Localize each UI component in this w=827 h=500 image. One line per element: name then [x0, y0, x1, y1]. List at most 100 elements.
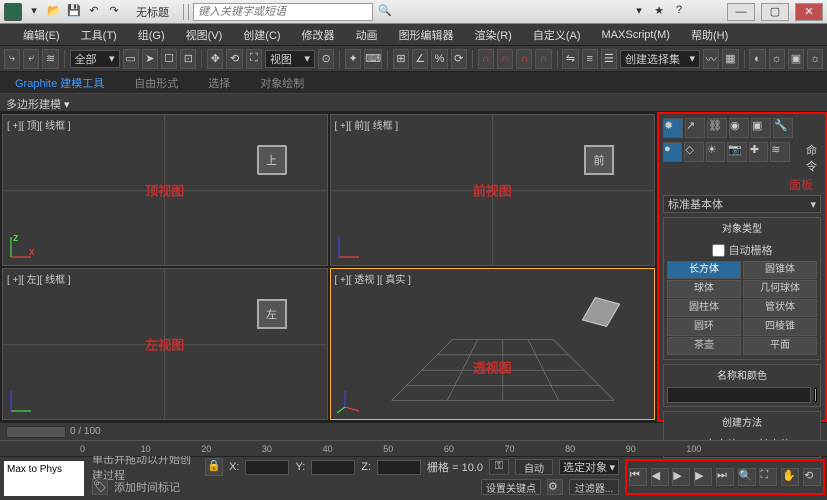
layer-icon[interactable]: ☰ [601, 49, 617, 69]
time-tag-prompt[interactable]: 添加时间标记 [114, 479, 475, 495]
snap-icon[interactable]: ⊞ [393, 49, 409, 69]
time-ruler[interactable]: 0102030405060708090100 [0, 440, 827, 456]
star-icon[interactable]: ★ [651, 4, 667, 20]
play-icon[interactable]: ▶ [672, 468, 690, 486]
search-icon[interactable]: 🔍 [377, 4, 393, 20]
helpers-icon[interactable]: ✚ [749, 142, 768, 162]
close-button[interactable]: ✕ [795, 3, 823, 21]
select-icon[interactable]: ▭ [123, 49, 139, 69]
torus-button[interactable]: 圆环 [667, 318, 741, 336]
hierarchy-tab-icon[interactable]: ⛓ [707, 118, 727, 138]
rollout-object-type[interactable]: 对象类型 [664, 218, 820, 237]
redo-icon[interactable]: ↷ [106, 4, 122, 20]
link-icon[interactable]: ⤷ [4, 49, 20, 69]
display-tab-icon[interactable]: ▣ [751, 118, 771, 138]
named-selection-combo[interactable]: 创建选择集▾ [620, 50, 700, 68]
viewport-perspective[interactable]: [ +][ 透视 ][ 真实 ] 透视图 [330, 268, 656, 420]
lights-icon[interactable]: ☀ [706, 142, 725, 162]
schematic-icon[interactable]: ▦ [722, 49, 738, 69]
mirror-icon[interactable]: ⇋ [562, 49, 578, 69]
spacewarps-icon[interactable]: ≋ [770, 142, 789, 162]
magnet4-icon[interactable]: ∩ [535, 49, 551, 69]
viewport-top[interactable]: [ +][ 顶][ 线框 ] 上 顶视图 xz [2, 114, 328, 266]
ribbon-subtab[interactable]: 多边形建模 ▾ [0, 94, 827, 112]
viewcube-icon[interactable]: 上 [257, 145, 287, 175]
bind-icon[interactable]: ≋ [42, 49, 58, 69]
material-icon[interactable]: ◐ [749, 49, 765, 69]
z-coord-input[interactable] [377, 460, 421, 475]
setkey-button[interactable]: 设置关键点 [481, 479, 541, 495]
move-icon[interactable]: ✥ [207, 49, 223, 69]
menu-modifiers[interactable]: 修改器 [294, 25, 343, 45]
quick-render-icon[interactable]: ☼ [807, 49, 823, 69]
selection-filter-combo[interactable]: 全部▾ [70, 50, 120, 68]
magnet1-icon[interactable]: ∩ [478, 49, 494, 69]
menu-grapheditors[interactable]: 图形编辑器 [391, 25, 462, 45]
menu-edit[interactable]: 编辑(E) [15, 25, 68, 45]
geosphere-button[interactable]: 几何球体 [743, 280, 817, 298]
tab-graphite[interactable]: Graphite 建模工具 [15, 75, 104, 91]
viewport-front[interactable]: [ +][ 前][ 线框 ] 前 前视图 [330, 114, 656, 266]
rect-select-icon[interactable]: ☐ [161, 49, 177, 69]
filter-button[interactable]: 过滤器... [569, 479, 619, 495]
pivot-icon[interactable]: ⊙ [318, 49, 334, 69]
minimize-button[interactable]: — [727, 3, 755, 21]
app-logo-icon[interactable] [4, 3, 22, 21]
maximize-button[interactable]: ▢ [761, 3, 789, 21]
teapot-button[interactable]: 茶壶 [667, 337, 741, 355]
zoom-icon[interactable]: 🔍 [738, 468, 756, 486]
menu-help[interactable]: 帮助(H) [683, 25, 736, 45]
tag-icon[interactable]: 🏷 [92, 479, 108, 495]
viewcube-icon[interactable]: 前 [584, 145, 614, 175]
menu-customize[interactable]: 自定义(A) [525, 25, 589, 45]
next-frame-icon[interactable]: ▶ [694, 468, 712, 486]
tube-button[interactable]: 管状体 [743, 299, 817, 317]
align-icon[interactable]: ≡ [582, 49, 598, 69]
menu-view[interactable]: 视图(V) [178, 25, 231, 45]
box-button[interactable]: 长方体 [667, 261, 741, 279]
zoom-all-icon[interactable]: ⛶ [759, 468, 777, 486]
geometry-icon[interactable]: ● [663, 142, 682, 162]
plane-button[interactable]: 平面 [743, 337, 817, 355]
undo-icon[interactable]: ↶ [86, 4, 102, 20]
magnet2-icon[interactable]: ∩ [497, 49, 513, 69]
viewcube-icon[interactable]: 左 [257, 299, 287, 329]
rollout-create-method[interactable]: 创建方法 [664, 412, 820, 431]
menu-group[interactable]: 组(G) [130, 25, 173, 45]
maxscript-listener[interactable]: Max to Phys [4, 461, 84, 496]
y-coord-input[interactable] [311, 460, 355, 475]
pyramid-button[interactable]: 四棱锥 [743, 318, 817, 336]
refcoord-combo[interactable]: 视图▾ [265, 50, 315, 68]
primitive-category-combo[interactable]: 标准基本体▾ [663, 195, 821, 213]
object-name-input[interactable] [667, 387, 811, 403]
open-icon[interactable]: 📂 [46, 4, 62, 20]
scale-icon[interactable]: ⛶ [246, 49, 262, 69]
render-setup-icon[interactable]: ☼ [769, 49, 785, 69]
cameras-icon[interactable]: 📷 [727, 142, 746, 162]
render-frame-icon[interactable]: ▣ [788, 49, 804, 69]
color-swatch[interactable] [814, 388, 817, 402]
menu-maxscript[interactable]: MAXScript(M) [594, 27, 678, 43]
tab-selection[interactable]: 选择 [208, 75, 230, 91]
prev-frame-icon[interactable]: ◀ [651, 468, 669, 486]
cone-button[interactable]: 圆锥体 [743, 261, 817, 279]
menu-create[interactable]: 创建(C) [235, 25, 288, 45]
sphere-button[interactable]: 球体 [667, 280, 741, 298]
spinner-icon[interactable]: ⟳ [451, 49, 467, 69]
keymode-combo[interactable]: 选定对象▾ [559, 459, 619, 475]
key-icon[interactable]: ⚿ [489, 459, 509, 475]
motion-tab-icon[interactable]: ◉ [729, 118, 749, 138]
cylinder-button[interactable]: 圆柱体 [667, 299, 741, 317]
psnap-icon[interactable]: % [431, 49, 447, 69]
menu-animation[interactable]: 动画 [348, 25, 386, 45]
help-icon[interactable]: ? [671, 4, 687, 20]
utilities-tab-icon[interactable]: 🔧 [773, 118, 793, 138]
lock-icon[interactable]: 🔒 [205, 458, 223, 476]
manip-icon[interactable]: ✦ [345, 49, 361, 69]
x-coord-input[interactable] [245, 460, 289, 475]
time-slider-handle[interactable] [6, 426, 66, 438]
viewport-left[interactable]: [ +][ 左][ 线框 ] 左 左视图 [2, 268, 328, 420]
keyfilter-icon[interactable]: ⚙ [547, 479, 563, 495]
menu-render[interactable]: 渲染(R) [467, 25, 520, 45]
save-icon[interactable]: 💾 [66, 4, 82, 20]
